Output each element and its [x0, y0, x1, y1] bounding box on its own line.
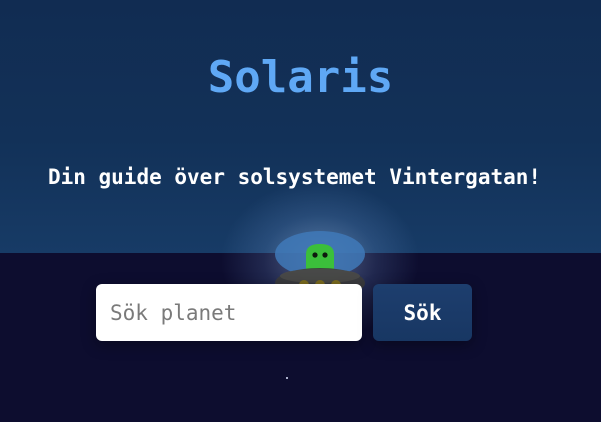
- search-input[interactable]: [96, 284, 362, 341]
- star-dot-icon: [286, 377, 288, 379]
- search-button[interactable]: Sök: [373, 284, 472, 341]
- app-title: Solaris: [207, 52, 394, 103]
